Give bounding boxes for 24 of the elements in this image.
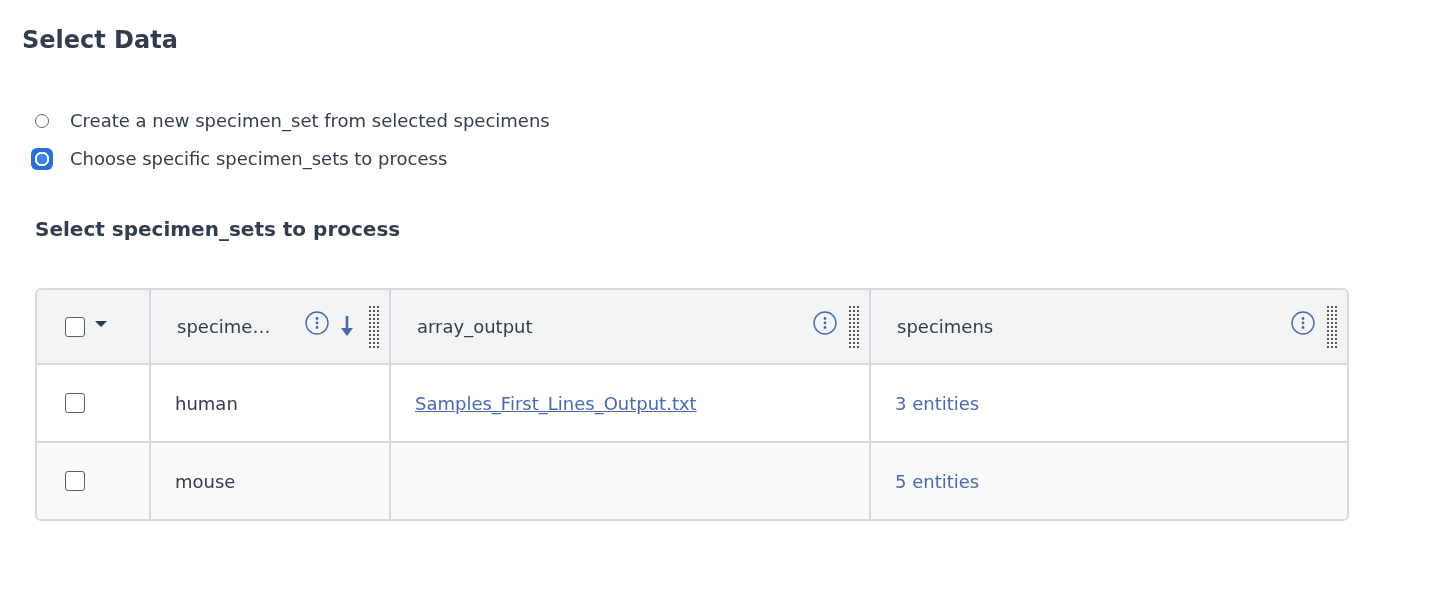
caret-icon[interactable] — [95, 320, 107, 327]
sort-arrow-icon[interactable] — [341, 315, 353, 336]
entities-link[interactable]: 3 entities — [895, 392, 980, 414]
info-icon[interactable] — [1291, 310, 1315, 335]
resize-handle-icon[interactable] — [849, 305, 859, 348]
table-cell: human — [175, 392, 238, 414]
column-header[interactable]: specime… — [177, 316, 305, 337]
file-link[interactable]: Samples_First_Lines_Output.txt — [415, 392, 697, 414]
table-cell: mouse — [175, 470, 236, 492]
page-title: Select Data — [22, 25, 179, 56]
radio-button[interactable] — [31, 148, 53, 170]
option-label[interactable]: Create a new specimen_set from selected specimens — [70, 109, 550, 133]
checkbox[interactable] — [65, 393, 85, 413]
section-title: Select specimen_sets to process — [35, 216, 402, 243]
option-label[interactable]: Choose specific specimen_sets to process — [70, 147, 448, 171]
info-icon[interactable] — [813, 310, 837, 335]
checkbox[interactable] — [65, 471, 85, 491]
checkbox[interactable] — [65, 316, 85, 337]
resize-handle-icon[interactable] — [369, 305, 379, 348]
column-header[interactable]: array_output — [417, 316, 813, 337]
column-header[interactable]: specimens — [897, 316, 1291, 337]
info-icon[interactable] — [305, 310, 329, 335]
entities-link[interactable]: 5 entities — [895, 470, 980, 492]
resize-handle-icon[interactable] — [1327, 305, 1337, 348]
